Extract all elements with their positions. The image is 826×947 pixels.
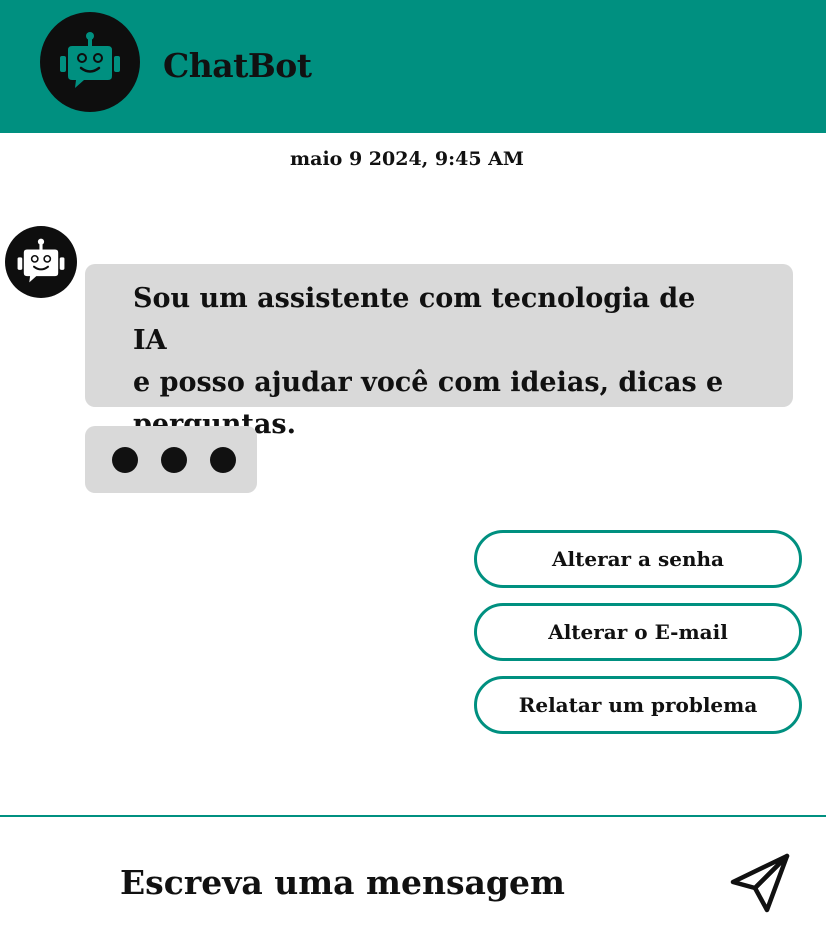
typing-dot [161, 447, 187, 473]
composer-divider [0, 815, 826, 817]
robot-icon [17, 238, 65, 283]
message-bot-avatar [5, 226, 77, 298]
bot-message-bubble: Sou um assistente com tecnologia de IA e… [85, 264, 793, 440]
quick-reply-label: Relatar um problema [518, 693, 758, 717]
typing-dot [210, 447, 236, 473]
message-input[interactable] [120, 852, 700, 912]
quick-reply-change-email[interactable]: Alterar o E-mail [474, 603, 802, 661]
app-header: ChatBot [0, 0, 826, 133]
app-title: ChatBot [163, 46, 312, 85]
quick-reply-label: Alterar a senha [551, 547, 725, 571]
send-button[interactable] [722, 848, 798, 920]
typing-dot [112, 447, 138, 473]
robot-icon [60, 32, 120, 88]
bot-avatar [40, 12, 140, 112]
send-icon [730, 853, 790, 913]
bot-message-text: Sou um assistente com tecnologia de IA e… [133, 283, 724, 440]
typing-indicator [85, 426, 257, 493]
quick-reply-label: Alterar o E-mail [548, 620, 728, 644]
quick-reply-report-problem[interactable]: Relatar um problema [474, 676, 802, 734]
message-timestamp: maio 9 2024, 9:45 AM [290, 148, 524, 170]
chat-screen: ChatBot maio 9 2024, 9:45 AM Sou um assi… [0, 0, 826, 947]
quick-reply-change-password[interactable]: Alterar a senha [474, 530, 802, 588]
